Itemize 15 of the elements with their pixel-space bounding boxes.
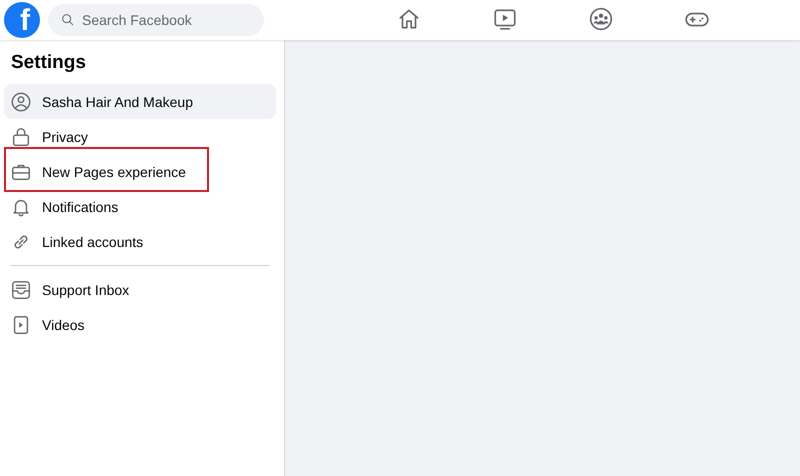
settings-menu-item[interactable]: Videos	[4, 307, 276, 342]
settings-menu-item[interactable]: New Pages experience	[4, 154, 276, 189]
groups-icon	[588, 6, 614, 32]
settings-menu-item[interactable]: Support Inbox	[4, 272, 276, 307]
settings-menu-item[interactable]: Sasha Hair And Makeup	[4, 84, 276, 119]
settings-menu-item[interactable]: Linked accounts	[4, 224, 276, 259]
settings-menu-item[interactable]: Notifications	[4, 189, 276, 224]
settings-menu-item[interactable]: Privacy	[4, 119, 276, 154]
lock-icon	[10, 126, 32, 148]
settings-title: Settings	[11, 52, 87, 74]
search-icon	[60, 12, 76, 28]
facebook-logo[interactable]: f	[4, 2, 40, 38]
inbox-icon	[10, 278, 32, 300]
profile-icon	[10, 90, 32, 112]
search-field[interactable]: Search Facebook	[48, 4, 264, 36]
